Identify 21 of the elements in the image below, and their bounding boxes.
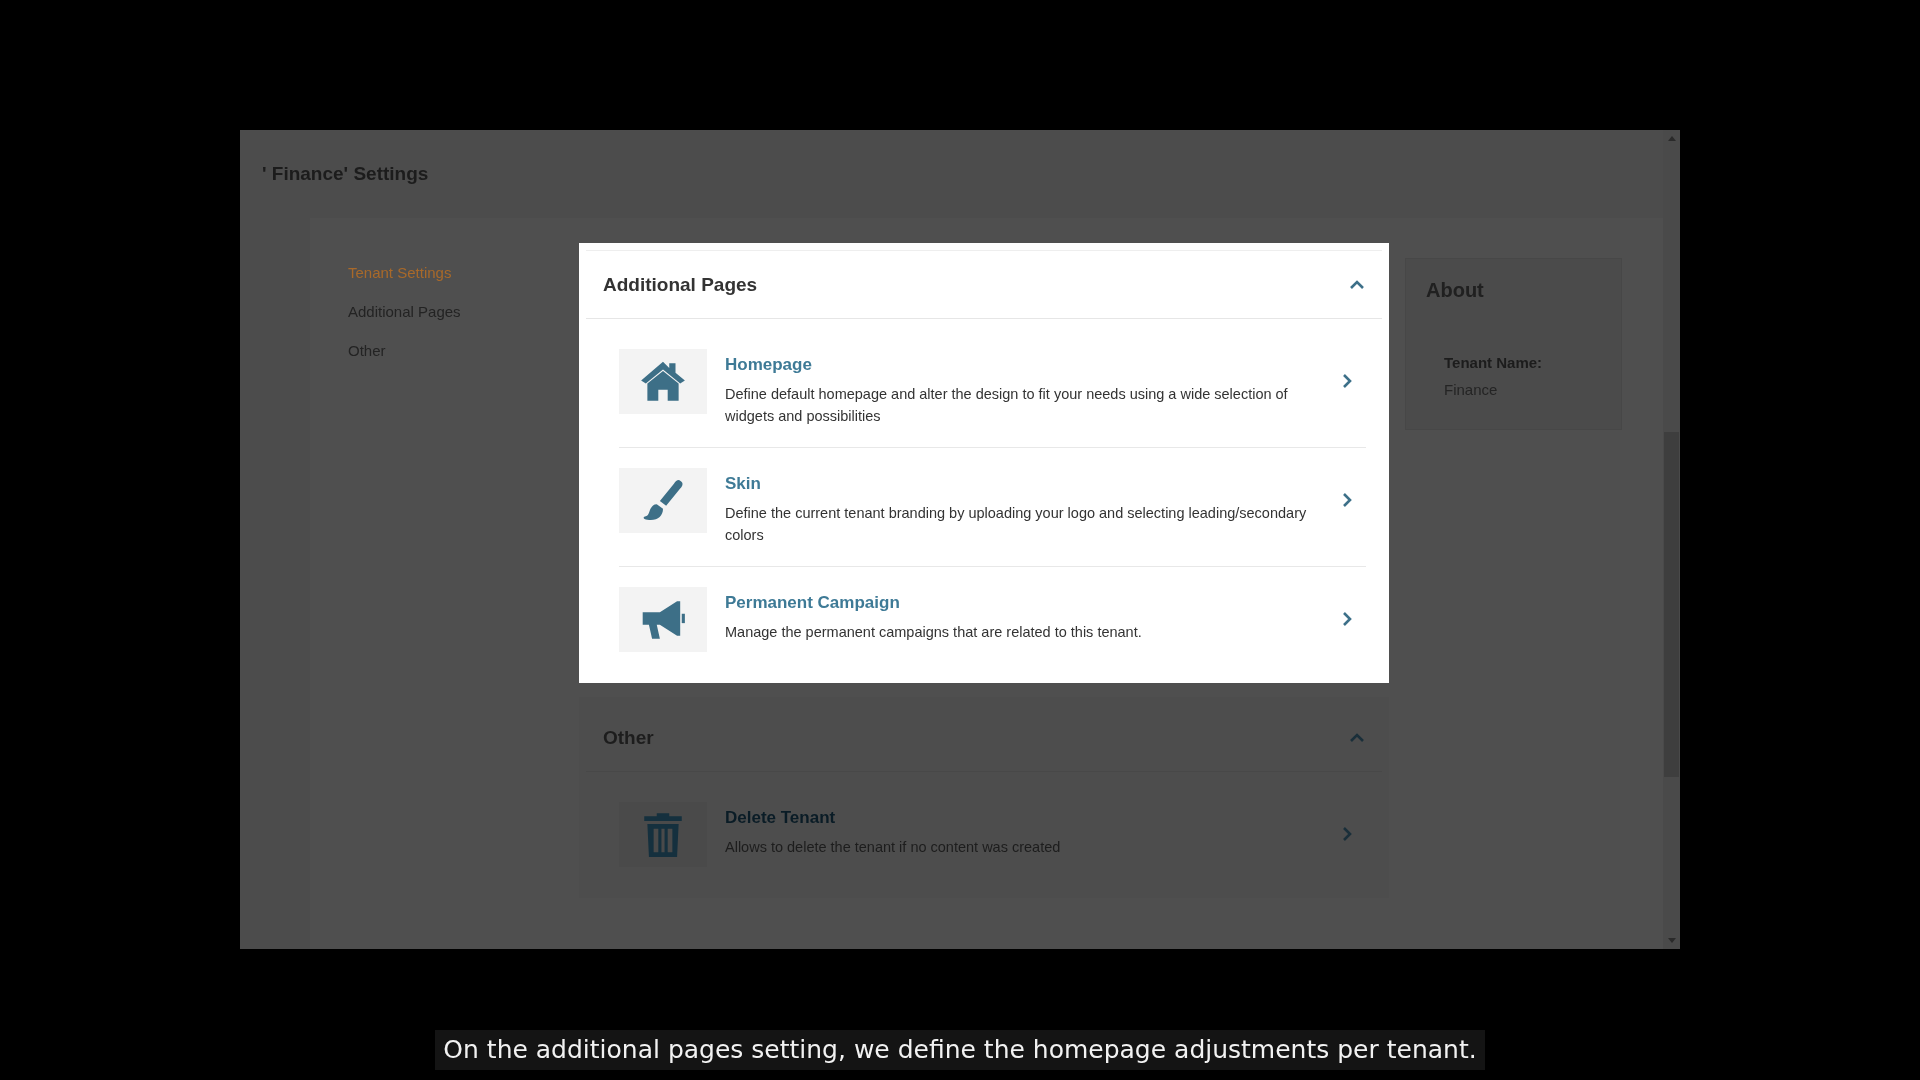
section-title: Additional Pages bbox=[603, 273, 758, 296]
row-title: Delete Tenant bbox=[725, 808, 836, 828]
scroll-up-icon bbox=[1667, 136, 1676, 141]
sidebar-link[interactable]: Tenant Settings bbox=[348, 264, 452, 282]
chevron-right-icon bbox=[1342, 493, 1352, 507]
chevron-right-icon bbox=[1342, 827, 1352, 841]
settings-row[interactable]: Homepage Define default homepage and alter the design to fit your needs using a wide selection of widgets and possibilities bbox=[619, 329, 1366, 447]
chevron-right-icon bbox=[1342, 374, 1352, 388]
scrollbar-thumb[interactable] bbox=[1664, 432, 1679, 777]
chevron-right-icon bbox=[1342, 612, 1352, 626]
row-title: Homepage bbox=[725, 355, 812, 375]
settings-row[interactable]: Permanent Campaign Manage the permanent campaigns that are related to this tenant. bbox=[619, 566, 1366, 672]
row-description: Define default homepage and alter the design to fit your needs using a wide selection of widgets and possibilities bbox=[725, 385, 1289, 426]
row-description: Define the current tenant branding by uploading your logo and selecting leading/secondary colors bbox=[725, 504, 1308, 545]
row-title: Skin bbox=[725, 474, 761, 494]
settings-row[interactable]: Skin Define the current tenant branding by uploading your logo and selecting leading/secondary colors bbox=[619, 447, 1366, 566]
collapse-icon[interactable] bbox=[1350, 279, 1364, 290]
scroll-down-icon bbox=[1667, 938, 1676, 943]
row-description: Manage the permanent campaigns that are related to this tenant. bbox=[725, 623, 1143, 642]
row-title: Permanent Campaign bbox=[725, 593, 900, 613]
caption-text: On the additional pages setting, we define the homepage adjustments per tenant. bbox=[435, 1030, 1485, 1070]
